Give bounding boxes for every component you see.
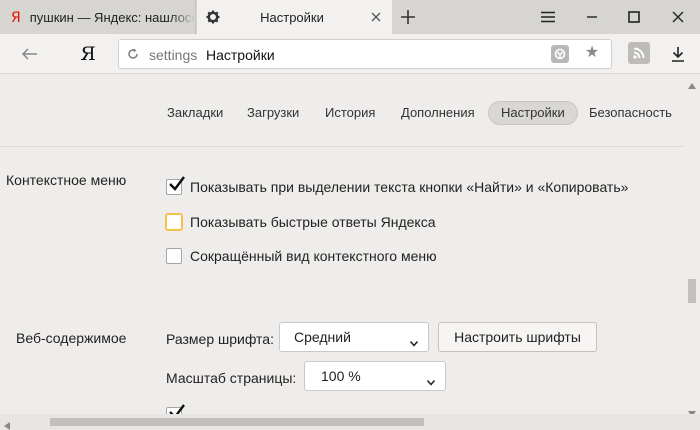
section-title-web-content: Веб-содержимое <box>16 330 127 346</box>
font-size-select[interactable]: Средний <box>279 322 429 352</box>
url-scheme: settings <box>149 47 198 63</box>
maximize-icon[interactable] <box>614 0 654 34</box>
settings-nav: Закладки Загрузки История Дополнения Нас… <box>0 75 684 147</box>
gear-icon <box>205 9 221 25</box>
settings-page: Закладки Загрузки История Дополнения Нас… <box>0 75 684 414</box>
checkbox-unchecked-focused[interactable] <box>166 214 182 230</box>
tab-strip: Я пушкин — Яндекс: нашлось Настройки <box>0 0 700 34</box>
reload-icon[interactable] <box>127 48 139 60</box>
font-size-value: Средний <box>294 329 351 345</box>
nav-tab-history[interactable]: История <box>313 101 387 125</box>
vertical-scrollbar[interactable] <box>684 75 700 417</box>
nav-tab-security[interactable]: Безопасность <box>577 101 684 125</box>
option-label: Показывать при выделении текста кнопки «… <box>190 179 629 195</box>
option-partially-visible[interactable] <box>166 404 190 414</box>
rss-feed-icon[interactable] <box>628 42 650 64</box>
option-label: Сокращённый вид контекстного меню <box>190 248 437 264</box>
bookmark-star-icon[interactable]: ★ <box>583 44 601 62</box>
font-size-label: Размер шрифта: <box>166 331 274 347</box>
menu-icon[interactable] <box>528 0 568 34</box>
tab-title: Настройки <box>260 9 324 25</box>
scrollbar-corner <box>684 414 700 430</box>
tab-search-results[interactable]: Я пушкин — Яндекс: нашлось <box>0 0 196 34</box>
address-bar[interactable]: settings Настройки ★ <box>118 39 612 69</box>
tab-title: пушкин — Яндекс: нашлось <box>29 9 195 25</box>
nav-divider <box>0 146 684 147</box>
vertical-scroll-thumb[interactable] <box>688 279 696 303</box>
close-tab-icon[interactable] <box>368 9 384 25</box>
back-arrow-icon[interactable] <box>20 44 40 64</box>
download-icon[interactable] <box>666 42 690 66</box>
scroll-up-arrow-icon[interactable] <box>688 77 696 89</box>
svg-text:Я: Я <box>11 10 21 25</box>
tab-settings[interactable]: Настройки <box>197 0 392 34</box>
yandex-logo-icon: Я <box>8 9 24 25</box>
page-zoom-select[interactable]: 100 % <box>304 361 446 391</box>
minimize-icon[interactable] <box>572 0 612 34</box>
section-title-context-menu: Контекстное меню <box>6 172 127 188</box>
nav-tab-settings[interactable]: Настройки <box>488 101 578 125</box>
option-quick-answers[interactable]: Показывать быстрые ответы Яндекса <box>166 213 436 231</box>
chevron-down-icon <box>426 373 436 386</box>
option-compact-context-menu[interactable]: Сокращённый вид контекстного меню <box>166 247 437 265</box>
option-find-copy-buttons[interactable]: Показывать при выделении текста кнопки «… <box>166 176 629 196</box>
option-label: Показывать быстрые ответы Яндекса <box>190 214 436 230</box>
scroll-down-arrow-icon[interactable] <box>688 405 696 417</box>
browser-toolbar: Я settings Настройки ★ <box>0 34 700 74</box>
page-zoom-value: 100 % <box>321 368 361 384</box>
nav-tab-downloads[interactable]: Загрузки <box>235 101 311 125</box>
nav-tab-extensions[interactable]: Дополнения <box>389 101 487 125</box>
url-page-title: Настройки <box>206 47 275 63</box>
checkbox-unchecked[interactable] <box>166 248 182 264</box>
checkbox-checked[interactable] <box>166 176 185 195</box>
protect-shield-icon[interactable] <box>551 45 569 63</box>
configure-fonts-button[interactable]: Настроить шрифты <box>438 322 597 352</box>
checkbox-checked[interactable] <box>166 404 185 414</box>
horizontal-scrollbar[interactable] <box>0 414 684 430</box>
scroll-left-arrow-icon[interactable] <box>4 418 10 430</box>
new-tab-icon[interactable] <box>398 7 418 27</box>
chevron-down-icon <box>409 334 419 347</box>
nav-tab-bookmarks[interactable]: Закладки <box>155 101 235 125</box>
yandex-home-logo[interactable]: Я <box>78 41 98 67</box>
close-icon[interactable] <box>658 0 698 34</box>
page-zoom-label: Масштаб страницы: <box>166 370 297 386</box>
horizontal-scroll-thumb[interactable] <box>50 418 424 426</box>
